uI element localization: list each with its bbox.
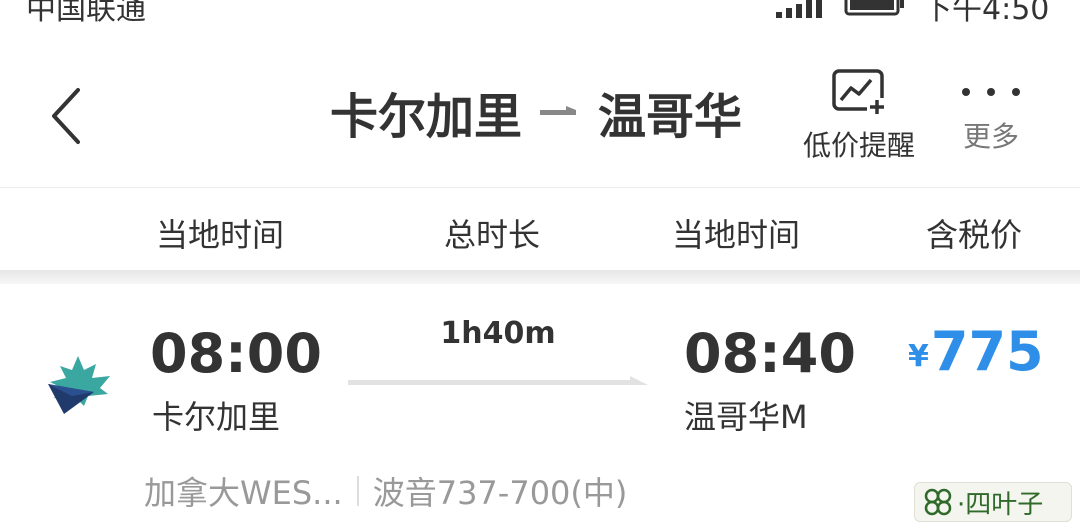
flight-duration: 1h40m xyxy=(440,316,556,351)
battery-icon xyxy=(844,0,904,16)
column-price-incl-tax: 含税价 xyxy=(926,216,1023,254)
more-button[interactable]: 更多 xyxy=(954,84,1028,155)
destination-city: 温哥华 xyxy=(598,89,743,145)
flight-details: 加拿大WES... 波音737-700(中) xyxy=(144,468,627,514)
departure-time: 08:00 xyxy=(150,322,322,385)
flight-price: ¥775 xyxy=(908,320,1044,383)
carrier-name: 中国联通 xyxy=(26,0,146,22)
ellipsis-icon xyxy=(962,88,1020,96)
chevron-left-icon xyxy=(52,88,80,144)
arrival-time: 08:40 xyxy=(684,322,856,385)
status-bar: 中国联通 下午4:50 xyxy=(0,0,1080,22)
clover-icon xyxy=(924,488,952,516)
watermark-text: ·四叶子 xyxy=(957,489,1044,520)
price-alert-button[interactable]: 低价提醒 xyxy=(794,68,924,164)
column-arrival-local-time: 当地时间 xyxy=(672,216,801,254)
duration-arrow-line xyxy=(348,376,648,385)
route-arrow-icon xyxy=(540,106,577,115)
header-bar: 卡尔加里 温哥华 低价提醒 更多 xyxy=(0,22,1080,187)
detail-separator xyxy=(356,476,359,506)
section-divider xyxy=(0,270,1080,284)
flight-list-screen: 中国联通 下午4:50 卡尔加里 温哥华 低价提醒 更多 当地时间 总时长 当地… xyxy=(0,0,1080,528)
signal-icon xyxy=(776,0,822,18)
watermark: ·四叶子 xyxy=(914,482,1072,522)
price-amount: 775 xyxy=(930,320,1044,383)
aircraft-type: 波音737-700(中) xyxy=(372,474,628,512)
column-departure-local-time: 当地时间 xyxy=(156,216,285,254)
chart-plus-icon xyxy=(832,69,887,116)
origin-city: 卡尔加里 xyxy=(330,89,523,145)
arrival-city: 温哥华M xyxy=(684,398,808,436)
back-button[interactable] xyxy=(40,84,96,148)
departure-city: 卡尔加里 xyxy=(152,398,281,436)
column-headers: 当地时间 总时长 当地时间 含税价 xyxy=(0,188,1080,274)
airline-name: 加拿大WES... xyxy=(144,474,343,512)
more-label: 更多 xyxy=(962,120,1019,153)
route-title: 卡尔加里 温哥华 xyxy=(330,80,743,145)
westjet-logo-icon xyxy=(48,356,110,414)
status-time: 下午4:50 xyxy=(922,0,1050,22)
price-alert-label: 低价提醒 xyxy=(802,129,915,162)
currency-symbol: ¥ xyxy=(908,339,929,374)
column-total-duration: 总时长 xyxy=(444,216,541,254)
